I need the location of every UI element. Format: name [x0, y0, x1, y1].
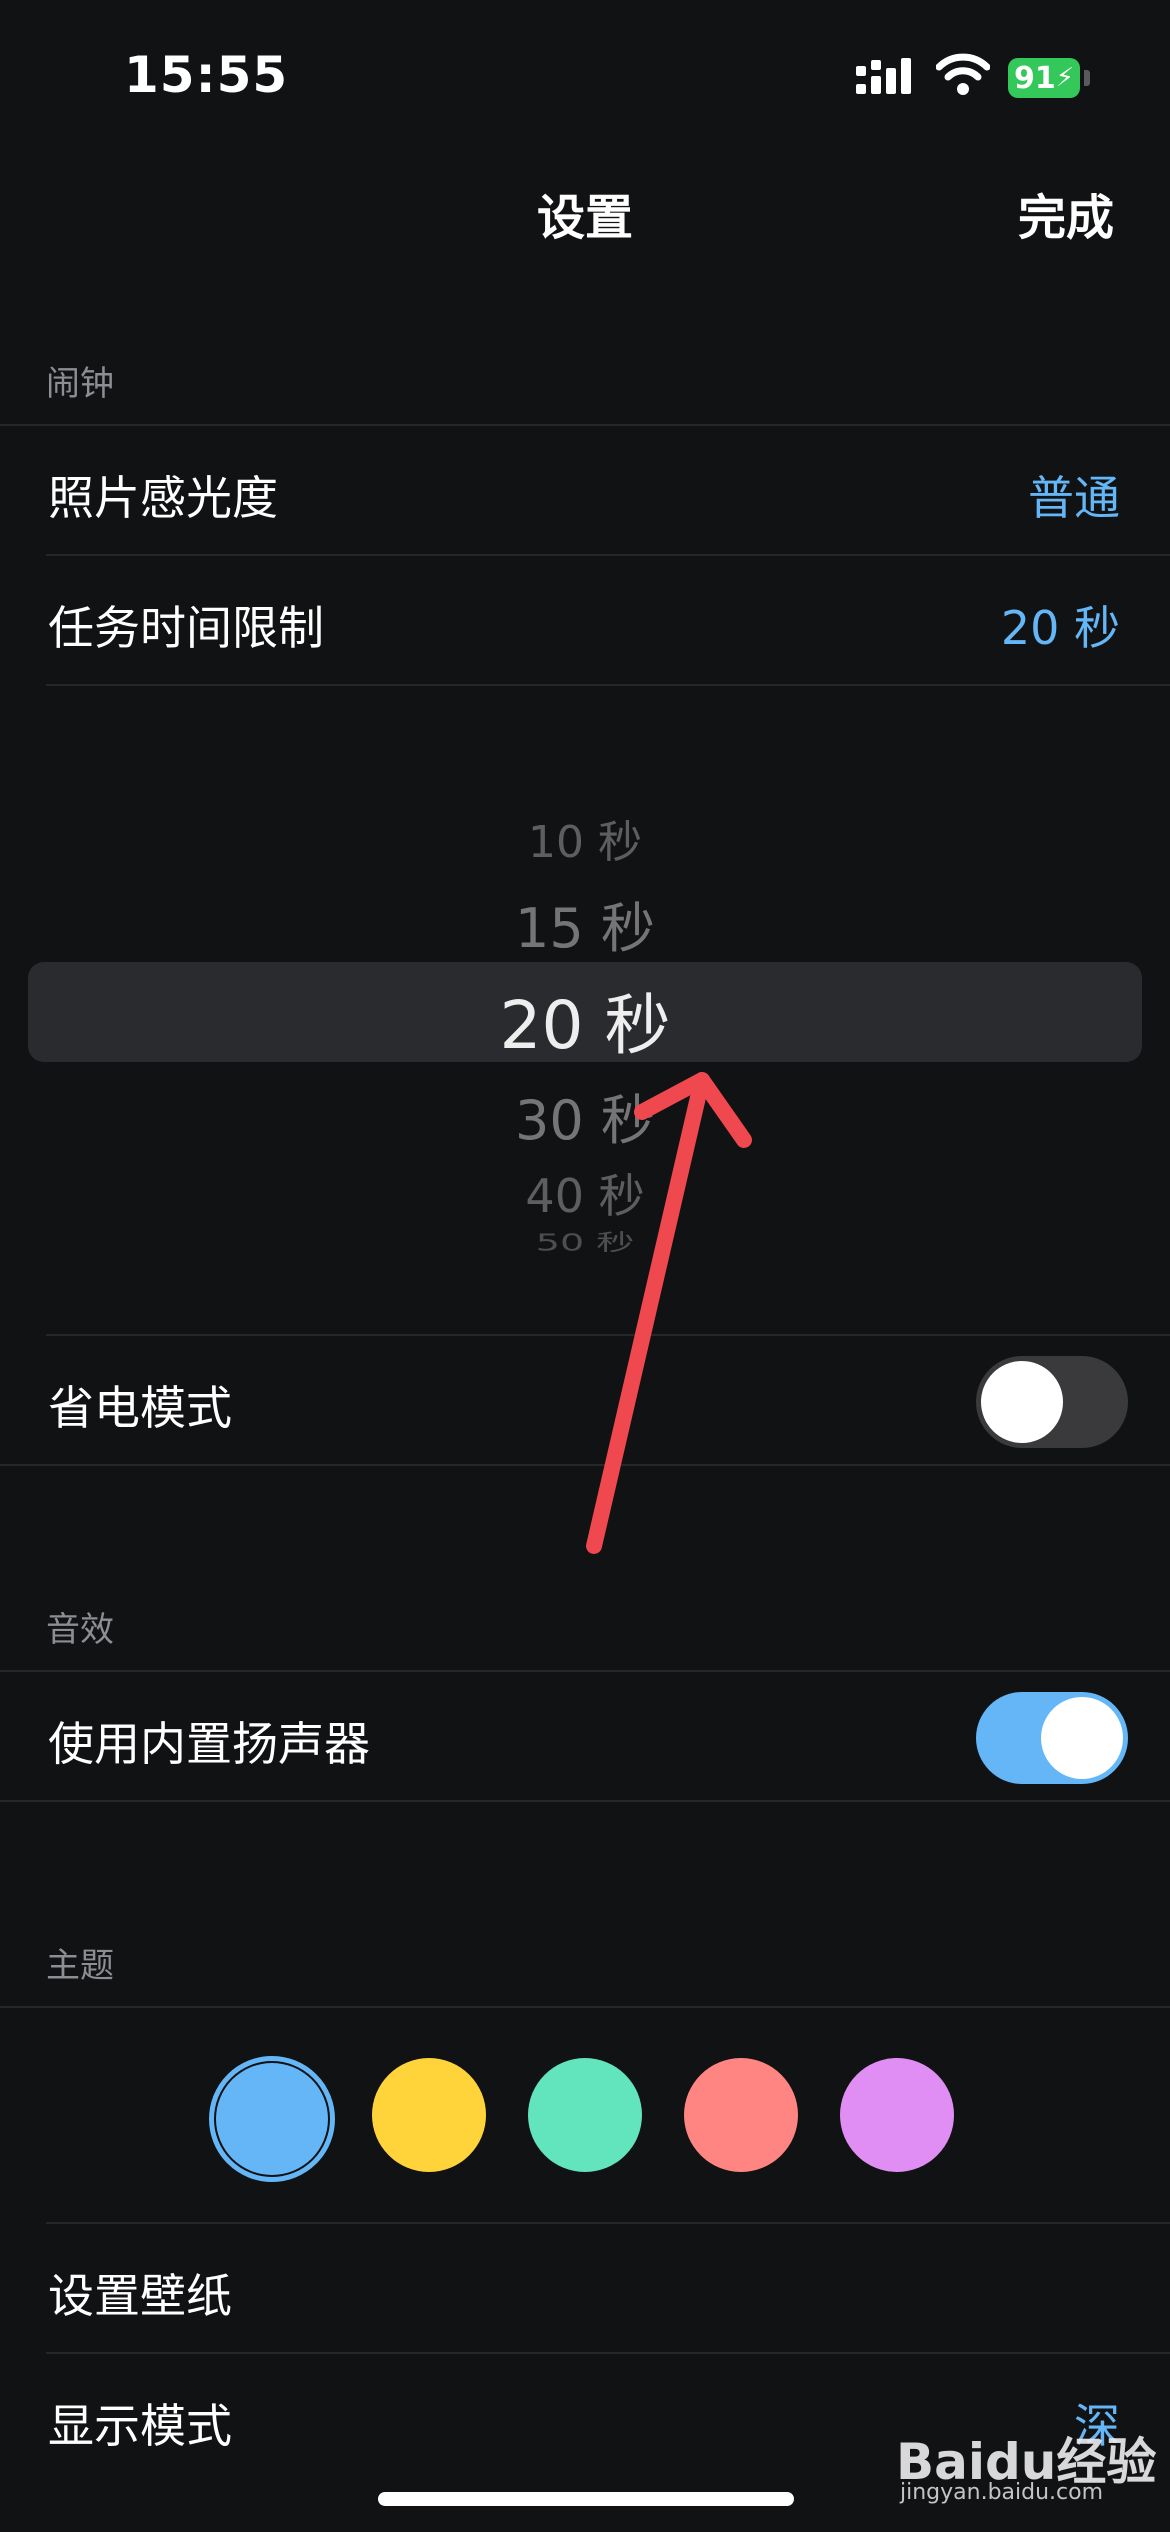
watermark-url: jingyan.baidu.com: [900, 2480, 1104, 2505]
home-indicator: [378, 2492, 794, 2506]
annotation-arrow: [586, 1072, 752, 1554]
